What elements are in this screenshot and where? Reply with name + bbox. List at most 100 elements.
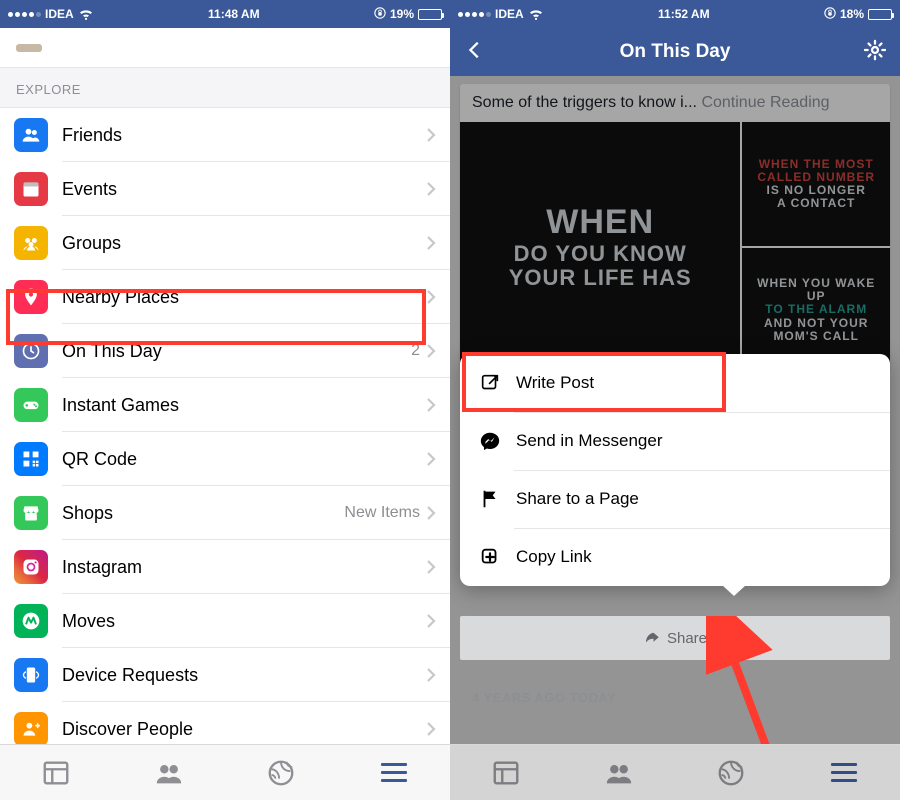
- carrier-label: IDEA: [45, 7, 74, 21]
- copylink-icon: [478, 545, 502, 569]
- hamburger-icon: [831, 763, 857, 782]
- time-ago-label: 4 YEARS AGO TODAY: [472, 690, 616, 705]
- shop-icon: [14, 496, 48, 530]
- tab-friends[interactable]: [563, 745, 676, 800]
- lock-icon: [824, 7, 836, 22]
- menu-item-instagram[interactable]: Instagram: [0, 540, 450, 594]
- tab-feed[interactable]: [450, 745, 563, 800]
- sheet-item-page[interactable]: Share to a Page: [460, 470, 890, 528]
- pin-icon: [14, 280, 48, 314]
- menu-item-shops[interactable]: ShopsNew Items: [0, 486, 450, 540]
- left-screenshot: IDEA 11:48 AM 19% EXPLORE Friends Events G…: [0, 0, 450, 800]
- menu-item-groups[interactable]: Groups: [0, 216, 450, 270]
- share-button-label: Share: [667, 630, 707, 647]
- messenger-icon: [478, 429, 502, 453]
- nav-bar: On This Day: [450, 28, 900, 76]
- menu-item-qrcode[interactable]: QR Code: [0, 432, 450, 486]
- chevron-right-icon: [426, 181, 436, 197]
- chevron-right-icon: [426, 235, 436, 251]
- menu-item-label: Instant Games: [62, 395, 426, 416]
- instagram-icon: [14, 550, 48, 584]
- menu-item-instantgames[interactable]: Instant Games: [0, 378, 450, 432]
- menu-item-trailing: 2: [411, 342, 420, 360]
- people-icon: [14, 118, 48, 152]
- chevron-right-icon: [426, 343, 436, 359]
- gamepad-icon: [14, 388, 48, 422]
- menu-item-label: Device Requests: [62, 665, 426, 686]
- menu-item-label: On This Day: [62, 341, 411, 362]
- menu-item-label: Shops: [62, 503, 344, 524]
- chevron-right-icon: [426, 127, 436, 143]
- back-button[interactable]: [464, 39, 486, 66]
- wifi-icon: [78, 8, 94, 20]
- explore-menu-list: Friends Events Groups Nearby Places On This …: [0, 108, 450, 756]
- sheet-item-write[interactable]: Write Post: [460, 354, 890, 412]
- sheet-item-label: Write Post: [516, 373, 594, 393]
- menu-item-events[interactable]: Events: [0, 162, 450, 216]
- menu-item-moves[interactable]: Moves: [0, 594, 450, 648]
- tab-bar: [450, 744, 900, 800]
- menu-item-label: Instagram: [62, 557, 426, 578]
- signal-dots-icon: [458, 12, 491, 17]
- chevron-right-icon: [426, 289, 436, 305]
- menu-item-label: Nearby Places: [62, 287, 426, 308]
- device-icon: [14, 658, 48, 692]
- right-screenshot: IDEA 11:52 AM 18% On This Day: [450, 0, 900, 800]
- chevron-right-icon: [426, 721, 436, 737]
- battery-pct-label: 18%: [840, 7, 864, 21]
- moves-icon: [14, 604, 48, 638]
- tab-menu[interactable]: [788, 745, 900, 800]
- group-icon: [14, 226, 48, 260]
- wifi-icon: [528, 8, 544, 20]
- sheet-item-label: Copy Link: [516, 547, 592, 567]
- menu-item-devicereq[interactable]: Device Requests: [0, 648, 450, 702]
- status-bar: IDEA 11:48 AM 19%: [0, 0, 450, 28]
- lock-icon: [374, 7, 386, 22]
- menu-item-friends[interactable]: Friends: [0, 108, 450, 162]
- tab-feed[interactable]: [0, 745, 113, 800]
- tab-menu[interactable]: [338, 745, 451, 800]
- settings-button[interactable]: [864, 39, 886, 66]
- sheet-item-messenger[interactable]: Send in Messenger: [460, 412, 890, 470]
- carrier-label: IDEA: [495, 7, 524, 21]
- page-title: On This Day: [620, 41, 731, 63]
- chevron-right-icon: [426, 451, 436, 467]
- sheet-item-label: Share to a Page: [516, 489, 639, 509]
- clock-icon: [14, 334, 48, 368]
- profile-row-fragment: [0, 28, 450, 68]
- discover-icon: [14, 712, 48, 746]
- tab-notifications[interactable]: [675, 745, 788, 800]
- menu-item-nearby[interactable]: Nearby Places: [0, 270, 450, 324]
- status-bar: IDEA 11:52 AM 18%: [450, 0, 900, 28]
- memory-content-area: Some of the triggers to know i... Contin…: [450, 76, 900, 744]
- menu-item-label: QR Code: [62, 449, 426, 470]
- tab-notifications[interactable]: [225, 745, 338, 800]
- signal-dots-icon: [8, 12, 41, 17]
- battery-icon: [418, 9, 442, 20]
- clock-label: 11:48 AM: [94, 7, 374, 21]
- sheet-caret-icon: [722, 585, 746, 596]
- qr-icon: [14, 442, 48, 476]
- chevron-right-icon: [426, 667, 436, 683]
- sheet-item-label: Send in Messenger: [516, 431, 662, 451]
- menu-item-label: Groups: [62, 233, 426, 254]
- menu-item-label: Moves: [62, 611, 426, 632]
- tab-friends[interactable]: [113, 745, 226, 800]
- sheet-item-copy[interactable]: Copy Link: [460, 528, 890, 586]
- flag-icon: [478, 487, 502, 511]
- battery-icon: [868, 9, 892, 20]
- tab-bar: [0, 744, 450, 800]
- explore-section-header: EXPLORE: [0, 68, 450, 108]
- clock-label: 11:52 AM: [544, 7, 824, 21]
- chevron-right-icon: [426, 505, 436, 521]
- menu-item-trailing: New Items: [344, 504, 420, 522]
- hamburger-icon: [381, 763, 407, 782]
- menu-item-label: Discover People: [62, 719, 426, 740]
- menu-item-label: Events: [62, 179, 426, 200]
- share-button[interactable]: Share: [460, 616, 890, 660]
- menu-item-onthisday[interactable]: On This Day2: [0, 324, 450, 378]
- chevron-right-icon: [426, 613, 436, 629]
- battery-pct-label: 19%: [390, 7, 414, 21]
- compose-icon: [478, 371, 502, 395]
- menu-item-label: Friends: [62, 125, 426, 146]
